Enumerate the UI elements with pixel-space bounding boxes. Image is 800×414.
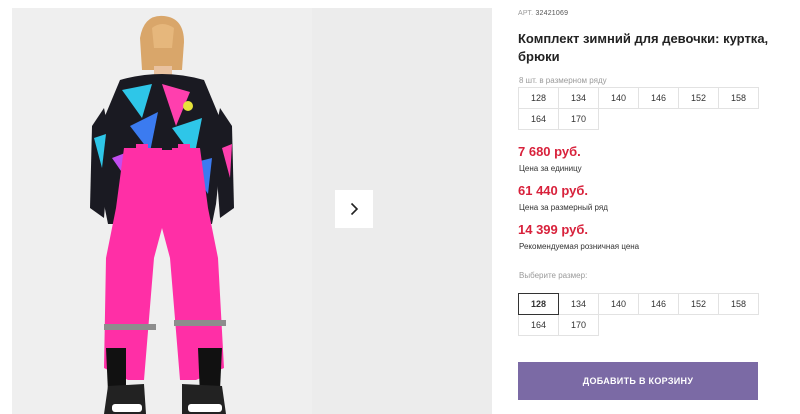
pack-size: 152 — [678, 87, 719, 109]
size-option[interactable]: 128 — [518, 293, 559, 315]
gallery-next-button[interactable] — [335, 190, 373, 228]
pack-price: 61 440 руб. — [518, 183, 589, 198]
retail-price: 14 399 руб. — [518, 222, 589, 237]
product-title: Комплект зимний для девочки: куртка, брю… — [518, 31, 769, 64]
product-photo-illustration — [12, 8, 312, 414]
product-photo[interactable] — [12, 8, 312, 414]
size-option[interactable]: 164 — [518, 314, 559, 336]
pack-size: 158 — [718, 87, 759, 109]
size-option[interactable]: 158 — [718, 293, 759, 315]
size-option[interactable]: 134 — [558, 293, 599, 315]
size-option[interactable]: 146 — [638, 293, 679, 315]
sku: АРТ. 32421069 — [518, 10, 568, 17]
pack-size: 134 — [558, 87, 599, 109]
unit-price: 7 680 руб. — [518, 144, 581, 159]
add-to-cart-button[interactable]: ДОБАВИТЬ В КОРЗИНУ — [518, 362, 758, 400]
pack-size-grid: 128 134 140 146 152 158 164 170 — [518, 87, 763, 130]
pack-size: 170 — [558, 108, 599, 130]
pack-hint: 8 шт. в размерном ряду — [519, 76, 607, 85]
unit-price-label: Цена за единицу — [519, 164, 582, 173]
size-option[interactable]: 170 — [558, 314, 599, 336]
pack-size: 146 — [638, 87, 679, 109]
retail-price-label: Рекомендуемая розничная цена — [519, 242, 640, 251]
pack-price-label: Цена за размерный ряд — [519, 203, 608, 212]
size-option[interactable]: 152 — [678, 293, 719, 315]
product-gallery — [12, 8, 492, 414]
pack-size: 128 — [518, 87, 559, 109]
sku-label: АРТ. — [518, 10, 534, 17]
size-select-label: Выберите размер: — [519, 271, 588, 280]
size-selector: 128 134 140 146 152 158 164 170 — [518, 293, 763, 336]
pack-size: 164 — [518, 108, 559, 130]
pack-size: 140 — [598, 87, 639, 109]
product-info: АРТ. 32421069 Комплект зимний для девочк… — [518, 0, 788, 414]
chevron-right-icon — [350, 202, 359, 216]
size-option[interactable]: 140 — [598, 293, 639, 315]
sku-value: 32421069 — [535, 10, 569, 17]
